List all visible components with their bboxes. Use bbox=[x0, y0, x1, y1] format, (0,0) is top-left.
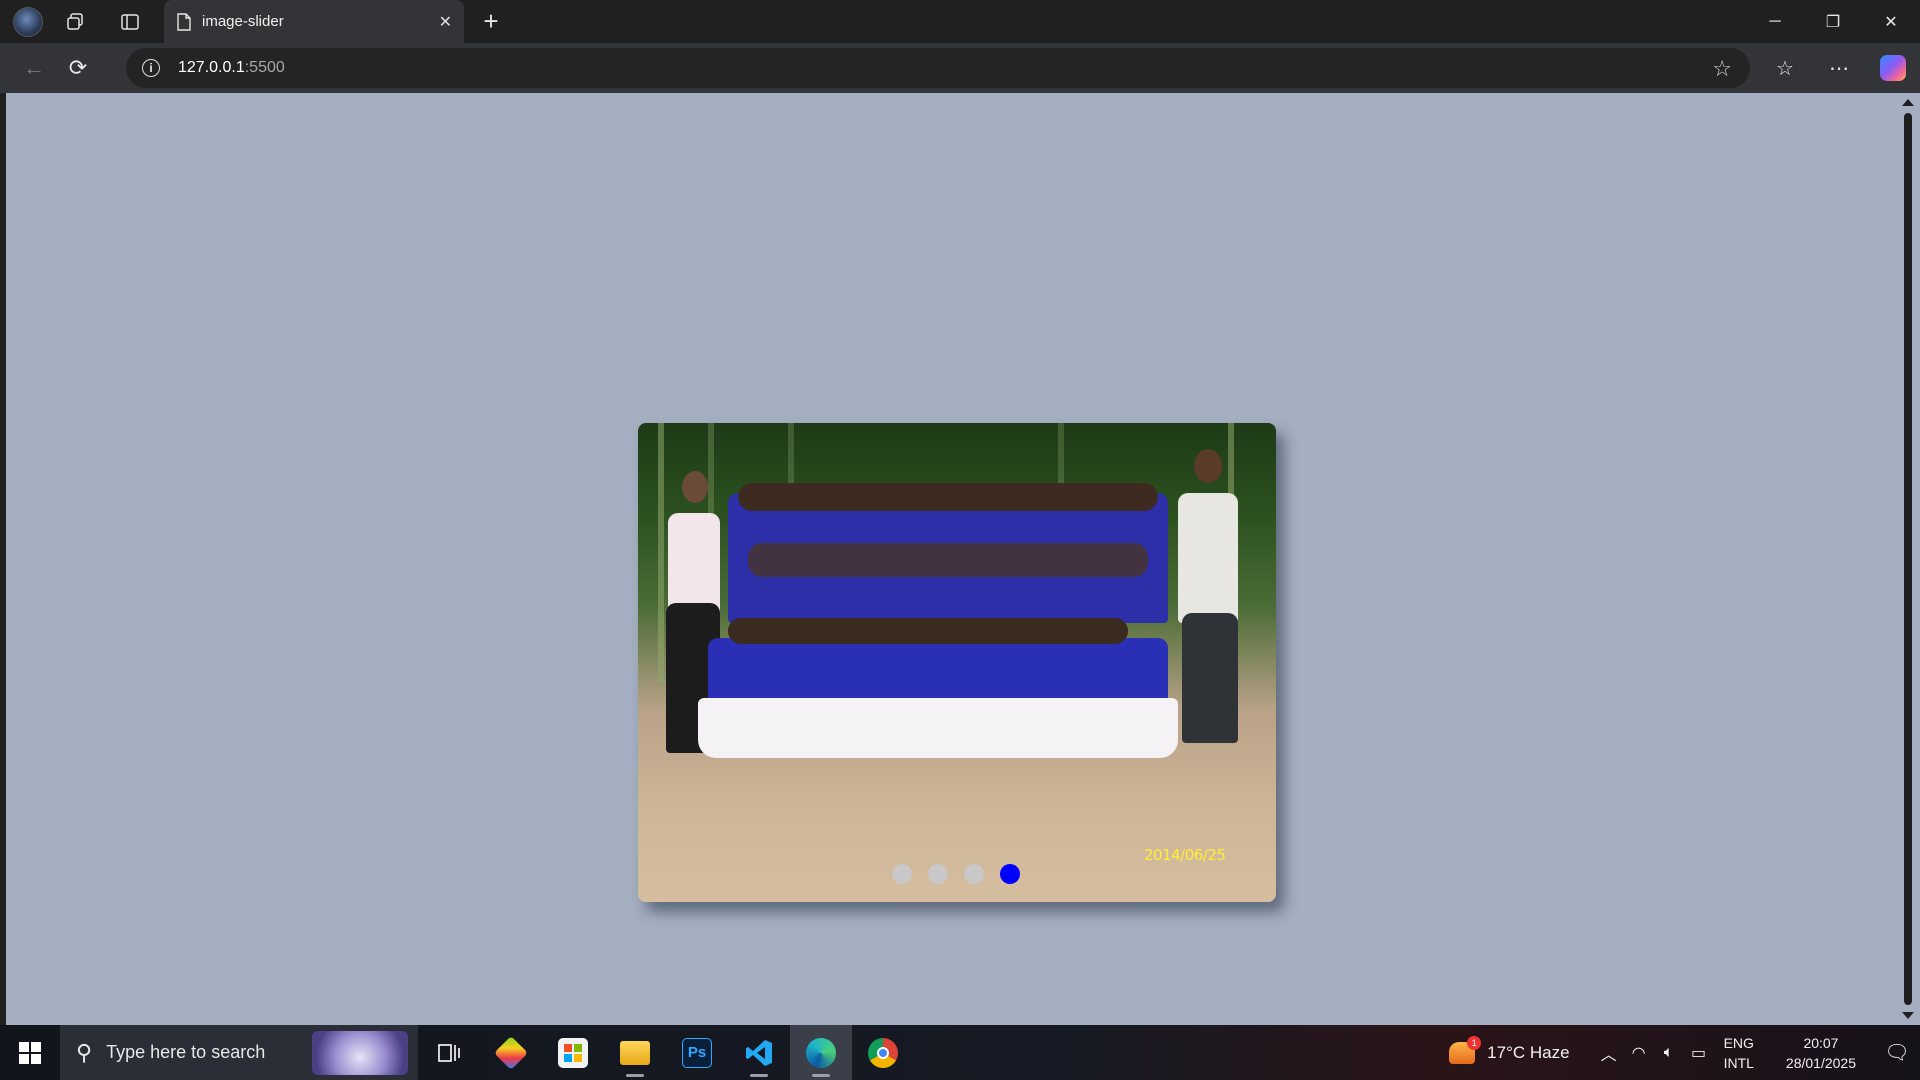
slider-dot-3[interactable] bbox=[964, 864, 984, 884]
url-host: 127.0.0.1 bbox=[178, 59, 245, 76]
taskbar-app-chrome[interactable] bbox=[852, 1025, 914, 1080]
slider-dots bbox=[892, 864, 1020, 884]
taskbar-app-file-explorer[interactable] bbox=[604, 1025, 666, 1080]
restore-button[interactable]: ❐ bbox=[1804, 0, 1862, 43]
system-tray: 1 17°C Haze ︿ ◠ 🔈︎ ▭ ENG INTL 20:07 28/0… bbox=[1449, 1025, 1920, 1080]
profile-icon bbox=[13, 6, 43, 37]
taskbar-app-photoshop[interactable]: Ps bbox=[666, 1025, 728, 1080]
window-controls: ─ ❐ ✕ bbox=[1746, 0, 1920, 43]
start-button[interactable] bbox=[0, 1025, 60, 1080]
scroll-up-icon[interactable] bbox=[1902, 99, 1914, 106]
search-placeholder: Type here to search bbox=[106, 1042, 266, 1062]
info-icon[interactable]: i bbox=[142, 59, 160, 77]
close-icon[interactable]: ✕ bbox=[439, 12, 452, 32]
taskbar-app-edge[interactable] bbox=[790, 1025, 852, 1080]
page-viewport: 2014/06/25 bbox=[6, 93, 1896, 1025]
task-view-icon bbox=[438, 1043, 460, 1062]
search-icon: ⚲ bbox=[76, 1039, 93, 1065]
page-scrollbar[interactable] bbox=[1896, 93, 1920, 1025]
slider-dot-1[interactable] bbox=[892, 864, 912, 884]
photoshop-icon: Ps bbox=[682, 1037, 712, 1068]
url-port: :5500 bbox=[244, 59, 285, 76]
taskbar-app-store[interactable] bbox=[542, 1025, 604, 1080]
star-icon[interactable]: ☆ bbox=[1712, 56, 1732, 82]
weather-icon: 1 bbox=[1449, 1035, 1482, 1064]
workspaces-icon bbox=[67, 12, 83, 30]
workspaces-button[interactable] bbox=[56, 0, 96, 43]
lang-top: ENG bbox=[1723, 1034, 1754, 1051]
search-highlight-image bbox=[312, 1031, 408, 1075]
window-close-button[interactable]: ✕ bbox=[1862, 0, 1920, 43]
image-slider: 2014/06/25 bbox=[638, 423, 1276, 902]
more-icon[interactable]: ⋯ bbox=[1812, 43, 1866, 93]
favorites-icon[interactable]: ☆ bbox=[1758, 43, 1812, 93]
slide-image bbox=[638, 423, 1276, 902]
bluestacks-icon bbox=[494, 1035, 528, 1070]
back-icon[interactable]: ← bbox=[12, 48, 56, 88]
tab-actions-button[interactable] bbox=[110, 0, 150, 43]
profile-button[interactable] bbox=[0, 0, 56, 43]
tab-title: image-slider bbox=[202, 13, 284, 30]
scrollbar-thumb[interactable] bbox=[1904, 113, 1912, 1005]
notifications-icon[interactable]: 🗨︎ bbox=[1874, 1040, 1920, 1065]
taskbar-app-bluestacks[interactable] bbox=[480, 1025, 542, 1080]
address-bar[interactable]: i 127.0.0.1:5500 ☆ bbox=[126, 48, 1750, 88]
clock-time: 20:07 bbox=[1803, 1034, 1839, 1051]
browser-toolbar: ← ⟳ i 127.0.0.1:5500 ☆ ☆ ⋯ bbox=[0, 43, 1920, 93]
toolbar-right: ☆ ⋯ bbox=[1758, 43, 1920, 93]
slider-dot-2[interactable] bbox=[928, 864, 948, 884]
vscode-icon bbox=[746, 1039, 772, 1066]
title-bar: image-slider ✕ + ─ ❐ ✕ bbox=[0, 0, 1920, 43]
lang-bottom: INTL bbox=[1723, 1054, 1754, 1071]
clock-date: 28/01/2025 bbox=[1785, 1054, 1856, 1071]
taskbar: ⚲ Type here to search Ps 1 17°C Haze ︿ ◠ bbox=[0, 1025, 1920, 1080]
network-icon[interactable]: ◠ bbox=[1624, 1043, 1654, 1063]
task-view-button[interactable] bbox=[418, 1025, 480, 1080]
photo-date-stamp: 2014/06/25 bbox=[1144, 846, 1226, 864]
tab-actions-icon bbox=[121, 13, 139, 30]
edge-icon bbox=[806, 1037, 836, 1068]
chevron-up-icon[interactable]: ︿ bbox=[1594, 1041, 1624, 1065]
new-tab-icon[interactable]: + bbox=[474, 0, 508, 43]
refresh-icon[interactable]: ⟳ bbox=[56, 48, 100, 88]
chrome-icon bbox=[868, 1037, 898, 1068]
volume-icon[interactable]: 🔈︎ bbox=[1654, 1044, 1684, 1062]
battery-icon[interactable]: ▭ bbox=[1684, 1043, 1714, 1063]
store-icon bbox=[558, 1037, 588, 1068]
tab-image-slider[interactable]: image-slider ✕ bbox=[164, 0, 464, 43]
scroll-down-icon[interactable] bbox=[1902, 1012, 1914, 1019]
weather-text: 17°C Haze bbox=[1487, 1042, 1570, 1062]
clock[interactable]: 20:07 28/01/2025 bbox=[1786, 1033, 1856, 1073]
page-icon bbox=[177, 12, 191, 31]
language-indicator[interactable]: ENG INTL bbox=[1724, 1033, 1754, 1073]
weather-widget[interactable]: 1 17°C Haze bbox=[1449, 1035, 1570, 1064]
taskbar-search[interactable]: ⚲ Type here to search bbox=[60, 1025, 418, 1080]
weather-badge: 1 bbox=[1467, 1035, 1482, 1050]
copilot-icon[interactable] bbox=[1880, 55, 1906, 81]
minimize-button[interactable]: ─ bbox=[1746, 0, 1804, 43]
taskbar-app-vscode[interactable] bbox=[728, 1025, 790, 1080]
slider-dot-4[interactable] bbox=[1000, 864, 1020, 884]
windows-icon bbox=[19, 1041, 41, 1064]
folder-icon bbox=[620, 1040, 650, 1065]
